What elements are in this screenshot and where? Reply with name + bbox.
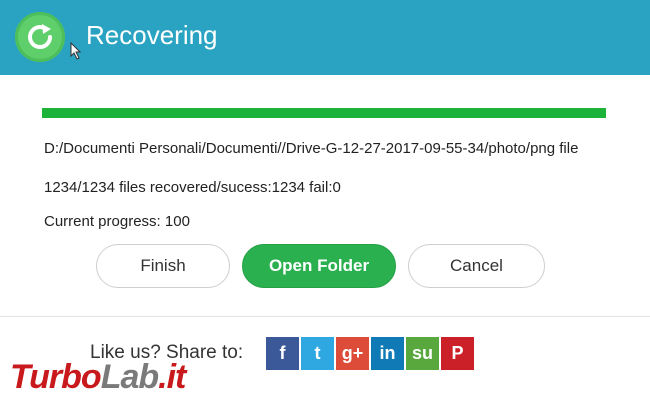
watermark-part-2: Lab — [100, 358, 159, 396]
twitter-icon[interactable]: t — [301, 337, 334, 370]
recovery-stats: 1234/1234 files recovered/sucess:1234 fa… — [44, 179, 341, 196]
watermark-part-3: .it — [158, 358, 186, 396]
pinterest-icon[interactable]: P — [441, 337, 474, 370]
progress-bar-fill — [42, 108, 606, 118]
google-plus-icon[interactable]: g+ — [336, 337, 369, 370]
current-progress-text: Current progress: 100 — [44, 213, 190, 230]
linkedin-icon[interactable]: in — [371, 337, 404, 370]
watermark-logo: TurboLab.it — [10, 358, 186, 397]
watermark-part-1: Turbo — [10, 358, 102, 396]
window-title: Recovering — [86, 20, 218, 50]
open-folder-button[interactable]: Open Folder — [242, 244, 396, 288]
current-file-path: D:/Documenti Personali/Documenti//Drive-… — [44, 140, 579, 157]
facebook-icon[interactable]: f — [266, 337, 299, 370]
finish-button[interactable]: Finish — [96, 244, 230, 288]
stumbleupon-icon[interactable]: su — [406, 337, 439, 370]
recovery-refresh-icon — [15, 12, 65, 62]
header-bar: Recovering — [0, 0, 650, 75]
progress-bar — [42, 108, 606, 118]
cancel-button[interactable]: Cancel — [408, 244, 545, 288]
mouse-cursor-icon — [70, 42, 82, 60]
divider — [0, 316, 650, 317]
